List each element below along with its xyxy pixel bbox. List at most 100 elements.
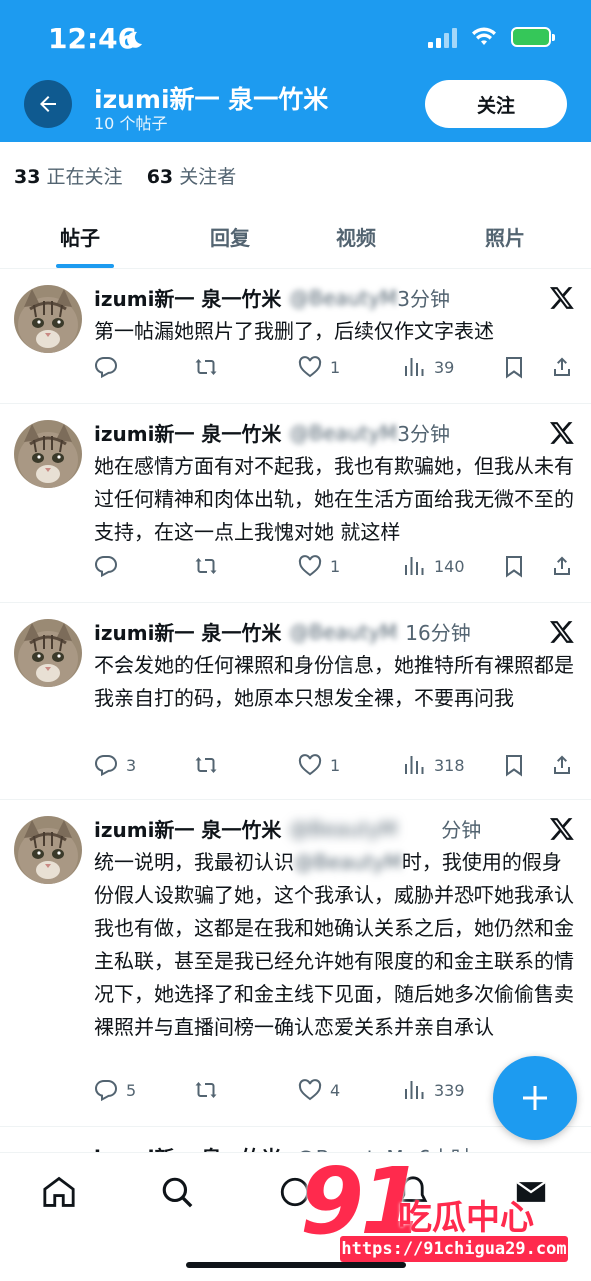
moon-icon: [127, 31, 142, 48]
battery-icon: [511, 27, 555, 47]
heart-icon: [298, 355, 322, 379]
share-icon: [550, 753, 574, 777]
tweet-actions: 1 39: [94, 355, 580, 385]
tweet-author-name[interactable]: izumi新一 泉一竹米: [94, 617, 281, 646]
views-button[interactable]: 140: [402, 554, 465, 578]
view-count: 339: [434, 1080, 465, 1100]
repost-icon: [194, 355, 218, 379]
tweet-timestamp[interactable]: 3分钟: [397, 283, 450, 312]
views-button[interactable]: 39: [402, 355, 454, 379]
status-indicators: [428, 26, 555, 48]
search-icon[interactable]: [160, 1175, 194, 1209]
heart-icon: [298, 554, 322, 578]
views-icon: [402, 1078, 426, 1102]
like-count: 1: [330, 755, 341, 775]
tab-photos[interactable]: 照片: [485, 222, 525, 251]
views-icon: [402, 753, 426, 777]
bookmark-icon: [502, 554, 526, 578]
tab-videos[interactable]: 视频: [336, 222, 376, 251]
home-indicator: [186, 1262, 406, 1268]
tweet-author-handle[interactable]: @BeautyM: [289, 817, 397, 841]
tweet-1[interactable]: izumi新一 泉一竹米 @BeautyM 3分钟 第一帖漏她照片了我删了，后续…: [0, 269, 591, 404]
like-button[interactable]: 1: [298, 355, 340, 379]
tweet-text: 统一说明，我最初认识@BeautyM时，我使用的假身份假人设欺骗了她，这个我承认…: [94, 850, 574, 1039]
repost-icon: [194, 554, 218, 578]
share-button[interactable]: [550, 355, 574, 379]
tweet-author-handle[interactable]: @BeautyM: [289, 421, 397, 445]
bookmark-button[interactable]: [502, 554, 526, 578]
plus-icon: [523, 1086, 547, 1110]
repost-button[interactable]: [194, 355, 218, 379]
like-count: 1: [330, 556, 341, 576]
repost-icon: [194, 1078, 218, 1102]
heart-icon: [298, 1078, 322, 1102]
avatar[interactable]: [14, 816, 82, 884]
tweet-header: izumi新一 泉一竹米 @BeautyM 3分钟: [94, 283, 450, 312]
heart-icon: [298, 753, 322, 777]
reply-button[interactable]: 3: [94, 753, 136, 777]
like-count: 4: [330, 1080, 341, 1100]
tweet-2[interactable]: izumi新一 泉一竹米 @BeautyM 3分钟 她在感情方面有对不起我，我也…: [0, 404, 591, 603]
like-button[interactable]: 1: [298, 554, 340, 578]
tweet-text: 第一帖漏她照片了我删了，后续仅作文字表述: [94, 319, 494, 343]
bookmark-icon: [502, 355, 526, 379]
tweet-author-name[interactable]: izumi新一 泉一竹米: [94, 283, 281, 312]
views-icon: [402, 554, 426, 578]
tab-replies[interactable]: 回复: [210, 222, 250, 251]
cellular-signal-icon: [428, 26, 457, 48]
reply-button[interactable]: [94, 355, 126, 379]
reply-icon: [94, 355, 118, 379]
tweet-header: izumi新一 泉一竹米 @BeautyM 分钟: [94, 814, 481, 843]
tweet-author-name[interactable]: izumi新一 泉一竹米: [94, 418, 281, 447]
tweet-author-name[interactable]: izumi新一 泉一竹米: [94, 814, 281, 843]
tweet-actions: 3 1 318: [94, 753, 580, 783]
tweet-3[interactable]: izumi新一 泉一竹米 @BeautyM 16分钟 不会发她的任何裸照和身份信…: [0, 603, 591, 800]
tweet-author-handle[interactable]: @BeautyM: [289, 286, 397, 310]
compose-post-button[interactable]: [493, 1056, 577, 1140]
tweet-header: izumi新一 泉一竹米 @BeautyM 3分钟: [94, 418, 450, 447]
like-button[interactable]: 4: [298, 1078, 340, 1102]
share-button[interactable]: [550, 753, 574, 777]
share-button[interactable]: [550, 554, 574, 578]
bookmark-button[interactable]: [502, 753, 526, 777]
bookmark-button[interactable]: [502, 355, 526, 379]
profile-header: 12:46 izumi新一 泉一竹米 10 个帖子 关注: [0, 0, 591, 142]
reply-count: 5: [126, 1080, 137, 1100]
repost-button[interactable]: [194, 1078, 218, 1102]
view-count: 140: [434, 556, 465, 576]
views-button[interactable]: 339: [402, 1078, 465, 1102]
header-post-count: 10 个帖子: [94, 114, 168, 133]
tab-posts[interactable]: 帖子: [60, 222, 100, 251]
bookmark-icon: [502, 753, 526, 777]
repost-button[interactable]: [194, 753, 218, 777]
wifi-icon: [472, 27, 496, 45]
x-logo-icon: [549, 816, 575, 842]
views-button[interactable]: 318: [402, 753, 465, 777]
home-icon[interactable]: [42, 1175, 76, 1209]
reply-icon: [94, 753, 118, 777]
like-button[interactable]: 1: [298, 753, 340, 777]
followers-link[interactable]: 63 关注者: [147, 166, 237, 188]
repost-icon: [194, 753, 218, 777]
back-button[interactable]: [24, 80, 72, 128]
avatar[interactable]: [14, 619, 82, 687]
reply-button[interactable]: 5: [94, 1078, 136, 1102]
tweet-author-handle[interactable]: @BeautyM: [289, 620, 397, 644]
tweet-timestamp[interactable]: 3分钟: [397, 418, 450, 447]
follow-button[interactable]: 关注: [425, 80, 567, 128]
reply-icon: [94, 554, 118, 578]
avatar[interactable]: [14, 420, 82, 488]
avatar[interactable]: [14, 285, 82, 353]
watermark-url: https://91chigua29.com: [340, 1236, 568, 1262]
share-icon: [550, 554, 574, 578]
tweet-timestamp[interactable]: 16分钟: [405, 617, 470, 646]
reply-button[interactable]: [94, 554, 126, 578]
tweet-timestamp[interactable]: 分钟: [441, 814, 481, 843]
like-count: 1: [330, 357, 341, 377]
x-logo-icon: [549, 285, 575, 311]
following-link[interactable]: 33 正在关注: [14, 166, 123, 188]
share-icon: [550, 355, 574, 379]
mentioned-handle[interactable]: @BeautyM: [294, 850, 402, 874]
active-tab-indicator: [56, 264, 114, 268]
repost-button[interactable]: [194, 554, 218, 578]
